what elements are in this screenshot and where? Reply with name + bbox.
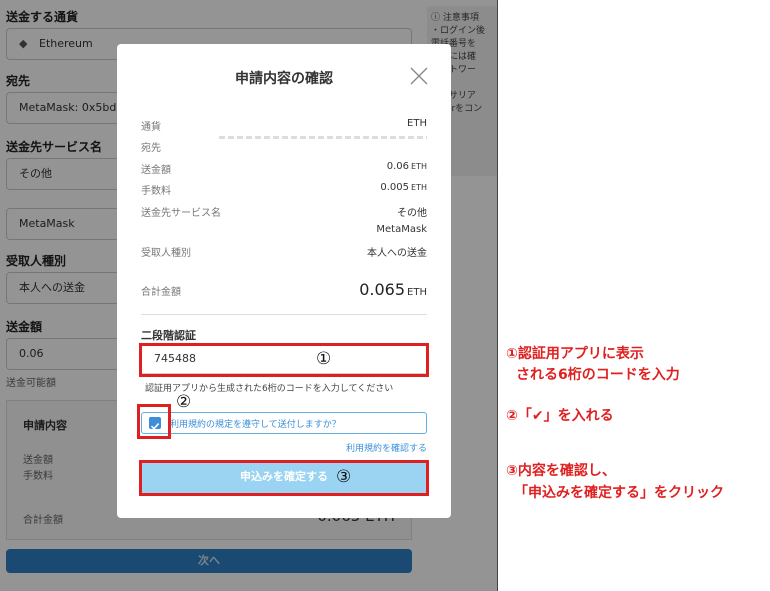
- detail-value: 0.06 ETH: [387, 161, 427, 172]
- detail-key: 通貨: [141, 122, 161, 133]
- step3-line2: 「申込みを確定する」をクリック: [514, 485, 724, 501]
- detail-row-service: 送金先サービス名 その他: [141, 204, 427, 220]
- agree-terms-text: 利用規約の規定を遵守して送付しますか？: [170, 420, 341, 430]
- detail-value: 本人への送金: [367, 248, 427, 259]
- detail-key: 手数料: [141, 186, 171, 197]
- annotation-marker-1: ①: [316, 349, 332, 369]
- agree-terms-row[interactable]: 利用規約の規定を遵守して送付しますか？: [141, 412, 427, 434]
- terms-link[interactable]: 利用規約を確認する: [346, 441, 427, 454]
- annotation-box-checkbox: [137, 404, 171, 439]
- detail-row-amount: 送金額 0.06 ETH: [141, 161, 427, 177]
- two-factor-title: 二段階認証: [141, 329, 196, 342]
- detail-row-recipient-type: 受取人種別 本人への送金: [141, 244, 427, 260]
- detail-row-currency: 通貨 ETH: [141, 118, 427, 134]
- divider: [141, 314, 427, 315]
- annotation-marker-2: ②: [176, 392, 192, 412]
- step1-line1: ①認証用アプリに表示: [506, 346, 644, 362]
- step3-line1: ③内容を確認し、: [506, 463, 616, 479]
- detail-value-text: 0.06: [386, 161, 410, 172]
- detail-value: MetaMask: [376, 224, 427, 235]
- app-screenshot: 送金する通貨 ◆ Ethereum ⌄ 宛先 MetaMask: 0x5bdD3…: [0, 0, 497, 591]
- detail-value: 0.005 ETH: [380, 182, 427, 193]
- detail-key: 送金先サービス名: [141, 208, 221, 219]
- step1-line2: される6桁のコードを入力: [516, 367, 680, 383]
- step2-text: ②「✔」を入れる: [506, 408, 614, 424]
- total-amount: 0.065: [359, 280, 406, 299]
- address-redacted: [219, 136, 427, 139]
- tutorial-screenshot: 送金する通貨 ◆ Ethereum ⌄ 宛先 MetaMask: 0x5bdD3…: [0, 0, 770, 591]
- detail-row-service-name: MetaMask: [141, 224, 427, 240]
- detail-key: 受取人種別: [141, 248, 191, 259]
- annotation-box-confirm: [139, 460, 429, 496]
- detail-unit: ETH: [411, 183, 427, 192]
- detail-value: ETH: [407, 118, 427, 129]
- detail-value-text: 0.005: [380, 182, 410, 193]
- total-value: 0.065 ETH: [359, 280, 427, 299]
- detail-key: 宛先: [141, 143, 161, 154]
- dialog-title: 申請内容の確認: [235, 71, 333, 87]
- confirm-dialog: 申請内容の確認 通貨 ETH 宛先 送金額 0.06 ETH 手数料 0.005 E…: [117, 44, 451, 518]
- detail-unit: ETH: [411, 162, 427, 171]
- detail-row-fee: 手数料 0.005 ETH: [141, 182, 427, 198]
- detail-row-total: 合計金額 0.065 ETH: [141, 280, 427, 302]
- detail-key: 送金額: [141, 165, 171, 176]
- detail-value: その他: [397, 208, 427, 219]
- total-label: 合計金額: [141, 287, 181, 298]
- total-unit: ETH: [407, 287, 427, 298]
- instruction-panel: ①認証用アプリに表示 される6桁のコードを入力 ②「✔」を入れる ③内容を確認し…: [497, 0, 770, 591]
- annotation-marker-3: ③: [336, 467, 352, 487]
- annotation-box-code: [139, 343, 429, 377]
- detail-row-address: 宛先: [141, 136, 427, 155]
- detail-value-text: ETH: [407, 118, 427, 129]
- close-icon[interactable]: [409, 66, 429, 86]
